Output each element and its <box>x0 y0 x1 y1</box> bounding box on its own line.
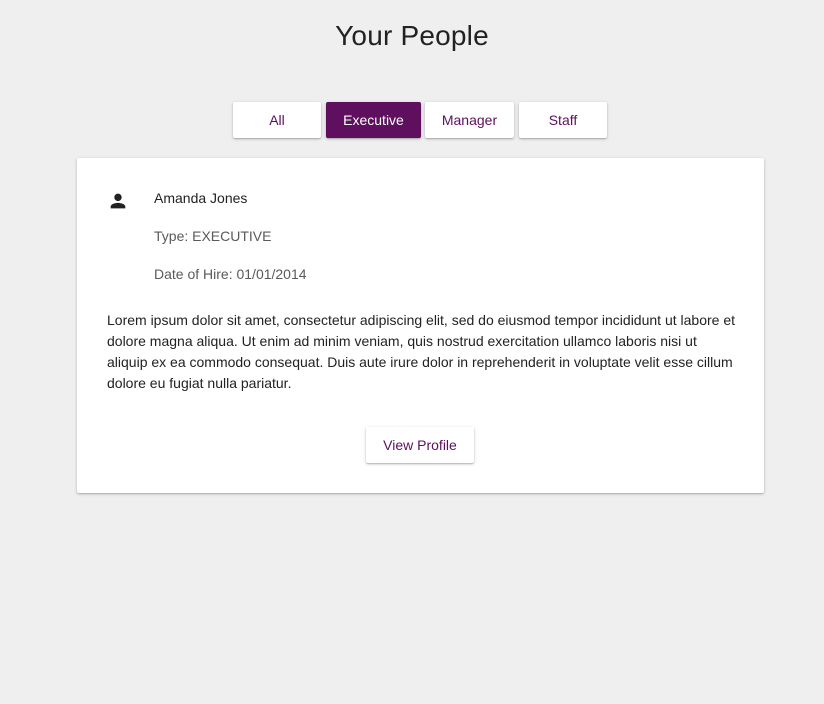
person-card: Amanda Jones Type: EXECUTIVE Date of Hir… <box>77 158 764 493</box>
person-hire-date: Date of Hire: 01/01/2014 <box>154 266 307 282</box>
filter-tabs: All Executive Manager Staff <box>0 102 824 138</box>
tab-executive[interactable]: Executive <box>326 102 421 138</box>
page-title: Your People <box>335 20 489 51</box>
tab-staff[interactable]: Staff <box>519 102 607 138</box>
person-bio: Lorem ipsum dolor sit amet, consectetur … <box>107 312 735 391</box>
tab-manager[interactable]: Manager <box>425 102 514 138</box>
person-type: Type: EXECUTIVE <box>154 228 272 244</box>
person-icon <box>107 190 129 212</box>
tab-all[interactable]: All <box>233 102 321 138</box>
person-name: Amanda Jones <box>154 190 248 206</box>
view-profile-button[interactable]: View Profile <box>366 427 474 463</box>
